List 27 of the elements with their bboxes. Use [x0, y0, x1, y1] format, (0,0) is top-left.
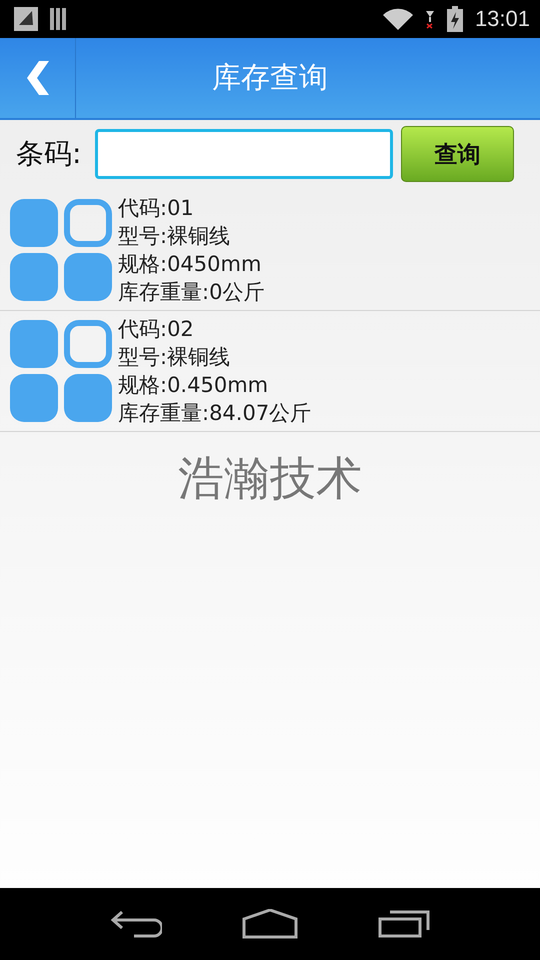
barcode-label: 条码:: [16, 136, 82, 172]
item-detail-text: 库存重量:84.07公斤: [118, 400, 312, 427]
recent-apps-icon[interactable]: [378, 910, 430, 938]
query-button[interactable]: 查询: [401, 126, 514, 182]
wifi-icon: [382, 8, 413, 30]
item-detail-text: 库存重量:0公斤: [118, 279, 264, 306]
tiles-icon: [10, 199, 112, 301]
item-detail-text: 代码:01: [118, 195, 195, 222]
stock-list-item[interactable]: 代码:02 型号:裸铜线 规格:0.450mm 库存重量:84.07公斤: [0, 311, 540, 432]
screen-title: 库存查询: [211, 59, 329, 96]
tiles-icon: [10, 320, 112, 422]
signal-icon: [424, 9, 435, 29]
company-name: 浩瀚技术: [177, 450, 363, 507]
barcode-icon: [50, 8, 68, 30]
item-detail-text: 规格:0450mm: [118, 251, 262, 278]
back-icon[interactable]: [110, 910, 162, 938]
stock-list-item[interactable]: 代码:01 型号:裸铜线 规格:0450mm 库存重量:0公斤: [0, 190, 540, 311]
notification-icon: [14, 7, 38, 31]
battery-icon: [446, 6, 463, 32]
item-detail-text: 型号:裸铜线: [118, 223, 232, 250]
barcode-input-field[interactable]: [95, 129, 394, 179]
clock-time: 13:01: [474, 6, 530, 32]
item-detail-text: 型号:裸铜线: [118, 344, 232, 371]
home-icon[interactable]: [242, 909, 298, 939]
item-detail-text: 代码:02: [118, 316, 195, 343]
chevron-left-icon: [24, 61, 50, 95]
item-detail-text: 规格:0.450mm: [118, 372, 270, 399]
